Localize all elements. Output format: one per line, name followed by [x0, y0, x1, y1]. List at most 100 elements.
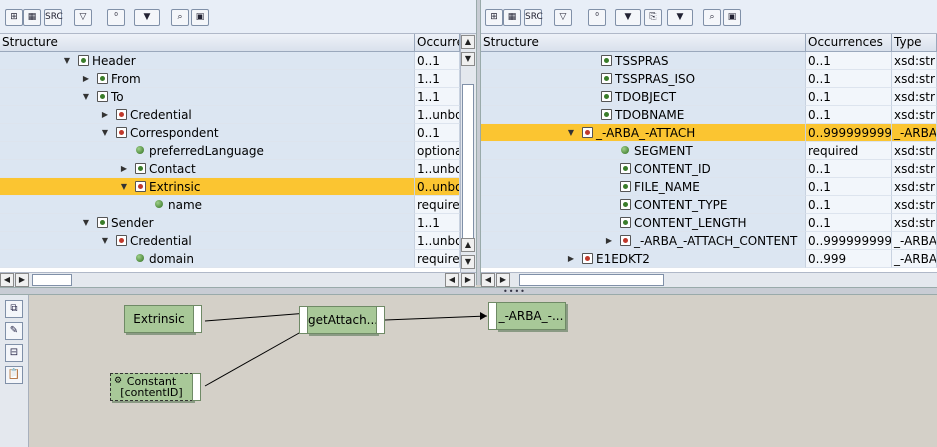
- scroll-thumb[interactable]: [519, 274, 664, 286]
- field-filter-dropdown[interactable]: ▼: [134, 9, 160, 26]
- display-icon[interactable]: ▣: [191, 9, 209, 26]
- horizontal-splitter[interactable]: ••••: [0, 287, 937, 296]
- structure-cell: domain: [0, 250, 415, 268]
- src-button[interactable]: SRC: [44, 9, 63, 26]
- scroll-right-button[interactable]: ▶: [496, 273, 510, 287]
- tree-row[interactable]: ▶ E1EDKT2 0..999_-ARBA_-E1EDKT2: [481, 250, 937, 268]
- tree-row[interactable]: ▶ From 1..1: [0, 70, 460, 88]
- src-button[interactable]: SRC: [524, 9, 543, 26]
- node-input-port[interactable]: [488, 302, 497, 330]
- source-vertical-scrollbar[interactable]: ▲ ▼ ▲ ▼: [460, 34, 476, 272]
- column-header-occurrences[interactable]: Occurrences: [415, 34, 460, 52]
- expanded-toggle-icon[interactable]: ▼: [119, 178, 129, 195]
- tree-row[interactable]: ▼_-ARBA_-ATTACH0..9999999999_-ARBA_-ATTA…: [481, 124, 937, 142]
- structure-cell: name: [0, 196, 415, 214]
- binoculars-icon[interactable]: ⌕: [171, 9, 189, 26]
- node-output-port[interactable]: [376, 306, 385, 334]
- expanded-toggle-icon[interactable]: ▼: [81, 88, 91, 105]
- scroll-thumb[interactable]: [32, 274, 72, 286]
- expanded-toggle-icon[interactable]: ▼: [100, 232, 110, 249]
- tree-row[interactable]: FILE_NAME 0..1xsd:string: [481, 178, 937, 196]
- occurrence-filter-icon[interactable]: ⁰: [588, 9, 606, 26]
- node-input-port[interactable]: [299, 306, 308, 334]
- filter-icon[interactable]: ▽: [554, 9, 572, 26]
- table-grid-icon[interactable]: ▦: [23, 9, 41, 26]
- filter-icon[interactable]: ▽: [74, 9, 92, 26]
- tree-row[interactable]: ▶ Contact 1..unbounded: [0, 160, 460, 178]
- structure-dropdown[interactable]: ▼: [667, 9, 693, 26]
- collapsed-toggle-icon[interactable]: ▶: [566, 250, 576, 267]
- tree-row[interactable]: ▼ To 1..1: [0, 88, 460, 106]
- tree-row[interactable]: TDOBJECT 0..1xsd:string: [481, 88, 937, 106]
- field-filter-dropdown[interactable]: ▼: [615, 9, 641, 26]
- column-header-type[interactable]: Type: [892, 34, 937, 52]
- function-node-getattach[interactable]: getAttach...: [299, 306, 385, 334]
- attribute-icon: [135, 253, 146, 264]
- expanded-toggle-icon[interactable]: ▼: [100, 124, 110, 141]
- tree-row[interactable]: ▼ Sender 1..1: [0, 214, 460, 232]
- column-header-structure[interactable]: Structure: [0, 34, 415, 52]
- scroll-left-button[interactable]: ◀: [445, 273, 459, 287]
- source-node-extrinsic[interactable]: Extrinsic: [124, 305, 202, 333]
- tree-hierarchy-icon[interactable]: ⊞: [485, 9, 503, 26]
- tree-row[interactable]: SEGMENT requiredxsd:string: [481, 142, 937, 160]
- tree-row[interactable]: name required: [0, 196, 460, 214]
- tree-row[interactable]: TSSPRAS 0..1xsd:string: [481, 52, 937, 70]
- tree-row[interactable]: ▼ Credential 1..unbounded: [0, 232, 460, 250]
- collapsed-toggle-icon[interactable]: ▶: [81, 70, 91, 87]
- tree-row[interactable]: domain required: [0, 250, 460, 268]
- binoculars-icon[interactable]: ⌕: [703, 9, 721, 26]
- expanded-toggle-icon[interactable]: ▼: [62, 52, 72, 69]
- tree-row[interactable]: TSSPRAS_ISO 0..1xsd:string: [481, 70, 937, 88]
- scroll-up-button[interactable]: ▲: [461, 238, 475, 252]
- occurrences-cell: 0..1: [806, 196, 892, 214]
- scroll-down-button[interactable]: ▼: [461, 52, 475, 66]
- tree-row[interactable]: CONTENT_TYPE 0..1xsd:string: [481, 196, 937, 214]
- collapsed-toggle-icon[interactable]: ▶: [119, 160, 129, 177]
- target-horizontal-scrollbar[interactable]: ◀ ▶: [481, 272, 937, 287]
- occurrence-filter-icon[interactable]: ⁰: [107, 9, 125, 26]
- tree-row[interactable]: ▼ Extrinsic 0..unbounded: [0, 178, 460, 196]
- tree-row[interactable]: ▶ Credential 1..unbounded: [0, 106, 460, 124]
- scroll-down-button[interactable]: ▼: [461, 255, 475, 269]
- tree-row[interactable]: ▼ Correspondent 0..1: [0, 124, 460, 142]
- tree-row[interactable]: ▼ Header 0..1: [0, 52, 460, 70]
- structure-overview-icon[interactable]: ⧉: [5, 300, 23, 318]
- constant-node-contentid[interactable]: ⚙ Constant [contentID]: [110, 373, 201, 401]
- type-cell: xsd:string: [892, 106, 937, 124]
- copy-structure-icon[interactable]: ⎘: [644, 9, 662, 26]
- pencil-icon[interactable]: ✎: [5, 322, 23, 340]
- element-icon: [601, 91, 612, 102]
- tree-row[interactable]: CONTENT_ID 0..1xsd:string: [481, 160, 937, 178]
- expanded-toggle-icon[interactable]: ▼: [81, 214, 91, 231]
- node-name: name: [168, 198, 203, 212]
- column-header-structure[interactable]: Structure: [481, 34, 806, 52]
- node-output-port[interactable]: [193, 305, 202, 333]
- occurrences-cell: required: [806, 142, 892, 160]
- expanded-toggle-icon[interactable]: ▼: [566, 124, 576, 141]
- display-icon[interactable]: ▣: [723, 9, 741, 26]
- scroll-right-button[interactable]: ▶: [15, 273, 29, 287]
- tree-row[interactable]: CONTENT_LENGTH 0..1xsd:string: [481, 214, 937, 232]
- node-name: To: [111, 90, 124, 104]
- scroll-thumb[interactable]: [462, 84, 474, 244]
- tree-row[interactable]: ▶ _-ARBA_-ATTACH_CONTENT 0..9999999999 _-AR…: [481, 232, 937, 250]
- scroll-left-button[interactable]: ◀: [0, 273, 14, 287]
- tree-row[interactable]: preferredLanguage optional: [0, 142, 460, 160]
- node-output-port[interactable]: [192, 373, 201, 401]
- tree-hierarchy-icon[interactable]: ⊞: [5, 9, 23, 26]
- scroll-left-button[interactable]: ◀: [481, 273, 495, 287]
- column-header-occurrences[interactable]: Occurrences: [806, 34, 892, 52]
- dependencies-icon[interactable]: ⊟: [5, 344, 23, 362]
- collapsed-toggle-icon[interactable]: ▶: [604, 232, 614, 249]
- scroll-right-button[interactable]: ▶: [461, 273, 475, 287]
- clipboard-icon[interactable]: 📋: [5, 366, 23, 384]
- node-name: Sender: [111, 216, 154, 230]
- collapsed-toggle-icon[interactable]: ▶: [100, 106, 110, 123]
- table-grid-icon[interactable]: ▦: [503, 9, 521, 26]
- scroll-up-button[interactable]: ▲: [461, 35, 475, 49]
- element-icon: [601, 55, 612, 66]
- source-horizontal-scrollbar[interactable]: ◀ ▶ ◀ ▶: [0, 272, 476, 287]
- target-node-arba-attach[interactable]: _-ARBA_-...: [488, 302, 566, 330]
- tree-row[interactable]: TDOBNAME 0..1xsd:string: [481, 106, 937, 124]
